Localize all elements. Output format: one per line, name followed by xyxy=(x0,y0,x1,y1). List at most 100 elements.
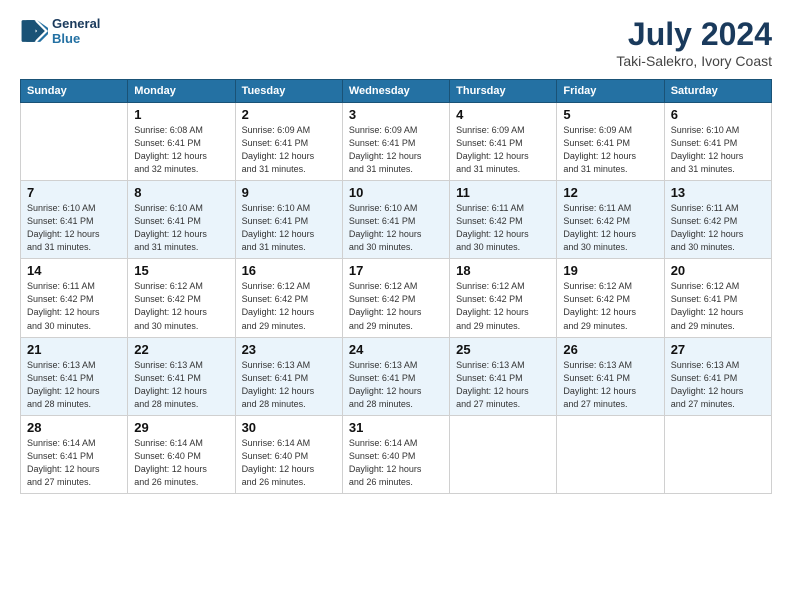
day-number: 6 xyxy=(671,107,765,122)
day-info: Sunrise: 6:12 AM Sunset: 6:42 PM Dayligh… xyxy=(456,280,550,332)
day-number: 16 xyxy=(242,263,336,278)
day-number: 22 xyxy=(134,342,228,357)
day-info: Sunrise: 6:11 AM Sunset: 6:42 PM Dayligh… xyxy=(671,202,765,254)
day-number: 15 xyxy=(134,263,228,278)
calendar-cell: 27Sunrise: 6:13 AM Sunset: 6:41 PM Dayli… xyxy=(664,337,771,415)
calendar-cell: 13 Sunrise: 6:11 AM Sunset: 6:42 PM Dayli… xyxy=(664,181,771,259)
sub-title: Taki-Salekro, Ivory Coast xyxy=(616,53,772,69)
calendar-week-3: 14 Sunrise: 6:11 AM Sunset: 6:42 PM Dayli… xyxy=(21,259,772,337)
day-info: Sunrise: 6:10 AM Sunset: 6:41 PM Dayligh… xyxy=(27,202,121,254)
calendar-cell: 28Sunrise: 6:14 AM Sunset: 6:41 PM Dayli… xyxy=(21,415,128,493)
calendar-cell: 7 Sunrise: 6:10 AM Sunset: 6:41 PM Daylig… xyxy=(21,181,128,259)
calendar-cell: 6 Sunrise: 6:10 AM Sunset: 6:41 PM Daylig… xyxy=(664,103,771,181)
day-info: Sunrise: 6:13 AM Sunset: 6:41 PM Dayligh… xyxy=(27,359,121,411)
day-info: Sunrise: 6:13 AM Sunset: 6:41 PM Dayligh… xyxy=(349,359,443,411)
day-number: 30 xyxy=(242,420,336,435)
day-number: 5 xyxy=(563,107,657,122)
calendar-cell: 25Sunrise: 6:13 AM Sunset: 6:41 PM Dayli… xyxy=(450,337,557,415)
calendar-cell: 1 Sunrise: 6:08 AM Sunset: 6:41 PM Daylig… xyxy=(128,103,235,181)
calendar-cell: 9 Sunrise: 6:10 AM Sunset: 6:41 PM Daylig… xyxy=(235,181,342,259)
day-number: 24 xyxy=(349,342,443,357)
day-number: 1 xyxy=(134,107,228,122)
day-header-wednesday: Wednesday xyxy=(342,80,449,103)
calendar-cell xyxy=(664,415,771,493)
day-number: 2 xyxy=(242,107,336,122)
logo-text: General Blue xyxy=(52,16,100,46)
logo-icon xyxy=(20,17,48,45)
day-number: 9 xyxy=(242,185,336,200)
day-info: Sunrise: 6:09 AM Sunset: 6:41 PM Dayligh… xyxy=(349,124,443,176)
day-info: Sunrise: 6:10 AM Sunset: 6:41 PM Dayligh… xyxy=(134,202,228,254)
day-number: 17 xyxy=(349,263,443,278)
page-header: General Blue July 2024 Taki-Salekro, Ivo… xyxy=(20,16,772,69)
day-info: Sunrise: 6:12 AM Sunset: 6:42 PM Dayligh… xyxy=(134,280,228,332)
calendar-cell: 11 Sunrise: 6:11 AM Sunset: 6:42 PM Dayli… xyxy=(450,181,557,259)
day-number: 29 xyxy=(134,420,228,435)
calendar-cell: 17 Sunrise: 6:12 AM Sunset: 6:42 PM Dayli… xyxy=(342,259,449,337)
day-info: Sunrise: 6:12 AM Sunset: 6:42 PM Dayligh… xyxy=(242,280,336,332)
day-header-monday: Monday xyxy=(128,80,235,103)
calendar-week-5: 28Sunrise: 6:14 AM Sunset: 6:41 PM Dayli… xyxy=(21,415,772,493)
calendar-cell: 23Sunrise: 6:13 AM Sunset: 6:41 PM Dayli… xyxy=(235,337,342,415)
day-number: 12 xyxy=(563,185,657,200)
day-header-thursday: Thursday xyxy=(450,80,557,103)
title-block: July 2024 Taki-Salekro, Ivory Coast xyxy=(616,16,772,69)
calendar-cell: 29 Sunrise: 6:14 AM Sunset: 6:40 PM Dayli… xyxy=(128,415,235,493)
day-info: Sunrise: 6:14 AM Sunset: 6:41 PM Dayligh… xyxy=(27,437,121,489)
calendar-cell: 31Sunrise: 6:14 AM Sunset: 6:40 PM Dayli… xyxy=(342,415,449,493)
calendar-cell: 26 Sunrise: 6:13 AM Sunset: 6:41 PM Dayli… xyxy=(557,337,664,415)
day-info: Sunrise: 6:12 AM Sunset: 6:42 PM Dayligh… xyxy=(349,280,443,332)
day-info: Sunrise: 6:11 AM Sunset: 6:42 PM Dayligh… xyxy=(456,202,550,254)
calendar-header-row: SundayMondayTuesdayWednesdayThursdayFrid… xyxy=(21,80,772,103)
day-info: Sunrise: 6:13 AM Sunset: 6:41 PM Dayligh… xyxy=(456,359,550,411)
day-number: 26 xyxy=(563,342,657,357)
day-info: Sunrise: 6:14 AM Sunset: 6:40 PM Dayligh… xyxy=(134,437,228,489)
day-number: 19 xyxy=(563,263,657,278)
day-info: Sunrise: 6:10 AM Sunset: 6:41 PM Dayligh… xyxy=(349,202,443,254)
calendar-cell: 21 Sunrise: 6:13 AM Sunset: 6:41 PM Dayli… xyxy=(21,337,128,415)
calendar-cell: 12 Sunrise: 6:11 AM Sunset: 6:42 PM Dayli… xyxy=(557,181,664,259)
day-number: 3 xyxy=(349,107,443,122)
day-info: Sunrise: 6:13 AM Sunset: 6:41 PM Dayligh… xyxy=(671,359,765,411)
calendar-cell: 5 Sunrise: 6:09 AM Sunset: 6:41 PM Daylig… xyxy=(557,103,664,181)
day-info: Sunrise: 6:14 AM Sunset: 6:40 PM Dayligh… xyxy=(242,437,336,489)
day-header-friday: Friday xyxy=(557,80,664,103)
day-info: Sunrise: 6:10 AM Sunset: 6:41 PM Dayligh… xyxy=(242,202,336,254)
day-info: Sunrise: 6:11 AM Sunset: 6:42 PM Dayligh… xyxy=(563,202,657,254)
calendar-cell xyxy=(21,103,128,181)
calendar-cell: 15 Sunrise: 6:12 AM Sunset: 6:42 PM Dayli… xyxy=(128,259,235,337)
day-number: 7 xyxy=(27,185,121,200)
day-info: Sunrise: 6:12 AM Sunset: 6:41 PM Dayligh… xyxy=(671,280,765,332)
calendar-cell: 8Sunrise: 6:10 AM Sunset: 6:41 PM Daylig… xyxy=(128,181,235,259)
day-info: Sunrise: 6:14 AM Sunset: 6:40 PM Dayligh… xyxy=(349,437,443,489)
day-number: 13 xyxy=(671,185,765,200)
day-info: Sunrise: 6:11 AM Sunset: 6:42 PM Dayligh… xyxy=(27,280,121,332)
day-info: Sunrise: 6:12 AM Sunset: 6:42 PM Dayligh… xyxy=(563,280,657,332)
day-number: 21 xyxy=(27,342,121,357)
day-number: 18 xyxy=(456,263,550,278)
day-number: 11 xyxy=(456,185,550,200)
day-info: Sunrise: 6:09 AM Sunset: 6:41 PM Dayligh… xyxy=(563,124,657,176)
calendar-cell: 14 Sunrise: 6:11 AM Sunset: 6:42 PM Dayli… xyxy=(21,259,128,337)
day-info: Sunrise: 6:13 AM Sunset: 6:41 PM Dayligh… xyxy=(563,359,657,411)
day-number: 23 xyxy=(242,342,336,357)
day-info: Sunrise: 6:09 AM Sunset: 6:41 PM Dayligh… xyxy=(456,124,550,176)
calendar-cell: 3 Sunrise: 6:09 AM Sunset: 6:41 PM Daylig… xyxy=(342,103,449,181)
day-number: 4 xyxy=(456,107,550,122)
day-number: 14 xyxy=(27,263,121,278)
day-info: Sunrise: 6:13 AM Sunset: 6:41 PM Dayligh… xyxy=(134,359,228,411)
logo: General Blue xyxy=(20,16,100,46)
day-info: Sunrise: 6:10 AM Sunset: 6:41 PM Dayligh… xyxy=(671,124,765,176)
calendar-cell: 30 Sunrise: 6:14 AM Sunset: 6:40 PM Dayli… xyxy=(235,415,342,493)
calendar-cell: 18 Sunrise: 6:12 AM Sunset: 6:42 PM Dayli… xyxy=(450,259,557,337)
calendar-week-4: 21 Sunrise: 6:13 AM Sunset: 6:41 PM Dayli… xyxy=(21,337,772,415)
calendar-cell: 2Sunrise: 6:09 AM Sunset: 6:41 PM Daylig… xyxy=(235,103,342,181)
calendar-week-2: 7 Sunrise: 6:10 AM Sunset: 6:41 PM Daylig… xyxy=(21,181,772,259)
calendar-cell xyxy=(450,415,557,493)
day-number: 10 xyxy=(349,185,443,200)
main-title: July 2024 xyxy=(616,16,772,53)
calendar-cell: 24 Sunrise: 6:13 AM Sunset: 6:41 PM Dayli… xyxy=(342,337,449,415)
day-info: Sunrise: 6:08 AM Sunset: 6:41 PM Dayligh… xyxy=(134,124,228,176)
calendar-cell: 19 Sunrise: 6:12 AM Sunset: 6:42 PM Dayli… xyxy=(557,259,664,337)
calendar-cell: 22 Sunrise: 6:13 AM Sunset: 6:41 PM Dayli… xyxy=(128,337,235,415)
